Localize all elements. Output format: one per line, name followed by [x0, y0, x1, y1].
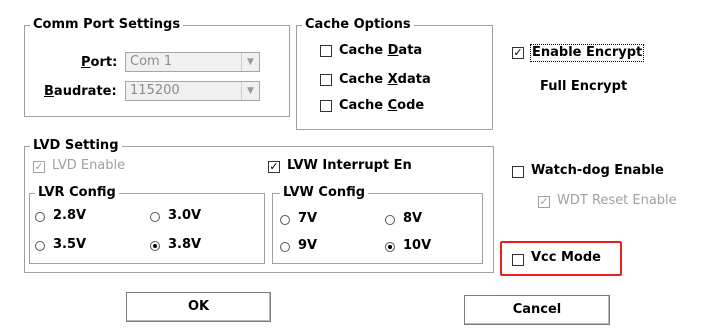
wdt-reset-checkbox[interactable]: ✓: [538, 196, 550, 208]
chevron-down-icon[interactable]: ▼: [241, 53, 259, 71]
lvw-interrupt-label[interactable]: LVW Interrupt En: [287, 158, 412, 174]
lvw-9v-label[interactable]: 9V: [298, 238, 317, 254]
lvd-setting-title: LVD Setting: [30, 138, 122, 154]
chevron-down-icon[interactable]: ▼: [241, 82, 259, 100]
cache-code-checkbox[interactable]: [320, 100, 332, 112]
lvr-3-8v-label[interactable]: 3.8V: [168, 237, 201, 253]
vcc-mode-label[interactable]: Vcc Mode: [531, 250, 601, 266]
cache-xdata-label[interactable]: Cache Xdata: [339, 72, 431, 88]
lvw-interrupt-checkbox[interactable]: ✓: [268, 161, 280, 173]
lvd-enable-label[interactable]: LVD Enable: [52, 158, 125, 174]
lvr-3-0v-label[interactable]: 3.0V: [168, 208, 201, 224]
baudrate-value: 115200: [130, 83, 180, 98]
wdt-reset-label[interactable]: WDT Reset Enable: [557, 193, 677, 209]
port-label: Port:: [81, 55, 118, 70]
lvw-7v-radio[interactable]: [280, 215, 290, 225]
watchdog-enable-checkbox[interactable]: [512, 166, 524, 178]
lvw-10v-label[interactable]: 10V: [403, 238, 431, 254]
lvw-8v-label[interactable]: 8V: [403, 211, 422, 227]
enable-encrypt-checkbox[interactable]: ✓: [512, 47, 524, 59]
cancel-button[interactable]: Cancel: [464, 295, 610, 325]
cache-data-checkbox[interactable]: [320, 45, 332, 57]
cache-xdata-checkbox[interactable]: [320, 74, 332, 86]
lvr-3-8v-radio[interactable]: [150, 241, 160, 251]
cache-code-label[interactable]: Cache Code: [339, 98, 424, 114]
lvr-2-8v-radio[interactable]: [35, 212, 45, 222]
lvw-10v-radio[interactable]: [385, 242, 395, 252]
port-select[interactable]: Com 1 ▼: [125, 52, 260, 72]
lvr-config-title: LVR Config: [35, 185, 119, 201]
lvr-2-8v-label[interactable]: 2.8V: [53, 208, 86, 224]
watchdog-enable-label[interactable]: Watch-dog Enable: [531, 163, 664, 179]
lvw-9v-radio[interactable]: [280, 242, 290, 252]
baudrate-select[interactable]: 115200 ▼: [125, 81, 260, 101]
lvw-config-title: LVW Config: [280, 185, 369, 201]
lvr-config-group: [29, 193, 265, 264]
baudrate-label: Baudrate:: [44, 84, 117, 99]
enable-encrypt-label[interactable]: Enable Encrypt: [530, 44, 645, 62]
full-encrypt-label: Full Encrypt: [540, 79, 628, 94]
cache-data-label[interactable]: Cache Data: [339, 43, 422, 59]
cache-options-title: Cache Options: [302, 17, 414, 33]
ok-button[interactable]: OK: [126, 292, 271, 322]
lvr-3-5v-label[interactable]: 3.5V: [53, 237, 86, 253]
port-value: Com 1: [130, 54, 173, 69]
lvw-8v-radio[interactable]: [385, 215, 395, 225]
comm-port-title: Comm Port Settings: [30, 17, 184, 33]
lvw-7v-label[interactable]: 7V: [298, 211, 317, 227]
lvd-enable-checkbox[interactable]: ✓: [33, 161, 45, 173]
vcc-mode-checkbox[interactable]: [512, 254, 524, 266]
lvr-3-5v-radio[interactable]: [35, 241, 45, 251]
lvr-3-0v-radio[interactable]: [150, 212, 160, 222]
